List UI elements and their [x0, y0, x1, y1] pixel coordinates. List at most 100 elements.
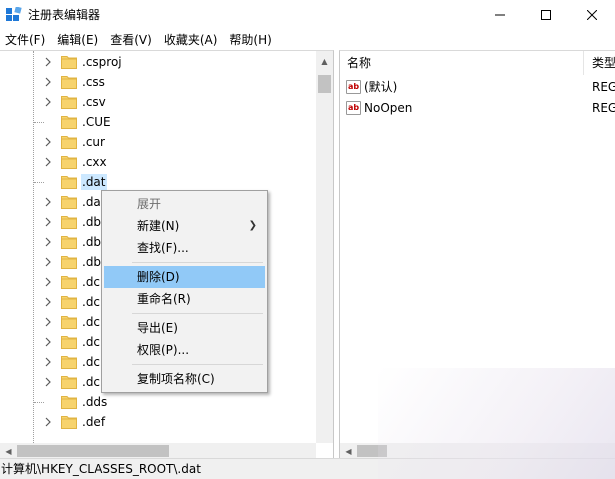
scroll-up-icon[interactable]: ▲	[316, 53, 333, 69]
values-list-pane[interactable]: 名称 类型 ab (默认) REG ab NoOpen REG ◀	[339, 50, 615, 458]
chevron-right-icon[interactable]	[44, 276, 54, 288]
context-item-copy-key-name[interactable]: 复制项名称(C)	[104, 368, 265, 390]
context-separator	[132, 364, 263, 365]
chevron-right-icon[interactable]	[44, 56, 54, 68]
chevron-right-icon[interactable]	[44, 316, 54, 328]
tree-item-label: .dds	[82, 395, 108, 409]
tree-item-label: .dc	[82, 355, 101, 369]
tree-vscroll-thumb[interactable]	[318, 75, 331, 93]
chevron-right-icon[interactable]	[44, 76, 54, 88]
context-item-new-label: 新建(N)	[137, 219, 180, 233]
column-header-name[interactable]: 名称	[340, 51, 584, 75]
tree-item[interactable]: .css	[0, 72, 316, 92]
folder-icon	[61, 155, 77, 169]
string-value-icon: ab	[346, 101, 361, 115]
tree-guide-line	[34, 182, 44, 183]
folder-icon	[61, 395, 77, 409]
menu-favorites[interactable]: 收藏夹(A)	[158, 30, 224, 50]
folder-icon	[61, 75, 77, 89]
tree-item[interactable]: .cur	[0, 132, 316, 152]
chevron-right-icon[interactable]	[44, 296, 54, 308]
tree-guide-line	[34, 402, 44, 403]
chevron-right-icon[interactable]	[44, 156, 54, 168]
value-type: REG	[592, 80, 615, 94]
context-item-rename[interactable]: 重命名(R)	[104, 288, 265, 310]
tree-item[interactable]: .dat	[0, 172, 316, 192]
chevron-right-icon[interactable]	[44, 416, 54, 428]
tree-item[interactable]: .def	[0, 412, 316, 432]
chevron-right-icon[interactable]	[44, 376, 54, 388]
folder-icon	[61, 335, 77, 349]
folder-icon	[61, 355, 77, 369]
folder-icon	[61, 275, 77, 289]
tree-horizontal-scrollbar[interactable]: ◀	[0, 443, 316, 458]
menu-view[interactable]: 查看(V)	[104, 30, 158, 50]
value-row[interactable]: ab (默认) REG	[340, 77, 615, 97]
context-item-delete[interactable]: 删除(D)	[104, 266, 265, 288]
folder-icon	[61, 255, 77, 269]
context-item-permissions[interactable]: 权限(P)...	[104, 339, 265, 361]
tree-item-label: .db	[82, 255, 102, 269]
tree-item[interactable]: .dds	[0, 392, 316, 412]
string-value-icon: ab	[346, 80, 361, 94]
tree-item-label: .css	[82, 75, 105, 89]
folder-icon	[61, 55, 77, 69]
tree-item[interactable]: .CUE	[0, 112, 316, 132]
tree-item[interactable]: .csproj	[0, 52, 316, 72]
tree-item-label: .cxx	[82, 155, 107, 169]
tree-item-label: .csproj	[82, 55, 122, 69]
value-name: NoOpen	[364, 101, 413, 115]
title-bar: 注册表编辑器	[0, 0, 615, 30]
menu-help[interactable]: 帮助(H)	[223, 30, 277, 50]
tree-hscroll-thumb[interactable]	[17, 445, 169, 457]
folder-icon	[61, 175, 77, 189]
chevron-right-icon[interactable]	[44, 336, 54, 348]
tree-item-label: .db	[82, 235, 102, 249]
folder-icon	[61, 235, 77, 249]
folder-icon	[61, 415, 77, 429]
context-item-find[interactable]: 查找(F)...	[104, 237, 265, 259]
value-row[interactable]: ab NoOpen REG	[340, 98, 615, 118]
context-item-expand[interactable]: 展开	[104, 193, 265, 215]
folder-icon	[61, 295, 77, 309]
menu-edit[interactable]: 编辑(E)	[51, 30, 104, 50]
scroll-left-icon[interactable]: ◀	[0, 443, 17, 458]
context-item-new[interactable]: 新建(N) ❯	[104, 215, 265, 237]
window-title: 注册表编辑器	[28, 8, 101, 22]
list-hscroll-thumb[interactable]	[357, 445, 387, 457]
chevron-right-icon[interactable]	[44, 96, 54, 108]
maximize-button[interactable]	[523, 0, 569, 30]
menu-bar: 文件(F) 编辑(E) 查看(V) 收藏夹(A) 帮助(H)	[0, 30, 615, 50]
close-button[interactable]	[569, 0, 615, 30]
menu-file[interactable]: 文件(F)	[0, 30, 51, 50]
tree-vertical-scrollbar[interactable]: ▲	[316, 51, 333, 443]
scroll-left-icon[interactable]: ◀	[340, 443, 357, 458]
tree-item-label: .dc	[82, 335, 101, 349]
folder-icon	[61, 95, 77, 109]
tree-item-label: .cur	[82, 135, 105, 149]
submenu-arrow-icon: ❯	[248, 220, 257, 231]
chevron-right-icon[interactable]	[44, 356, 54, 368]
chevron-right-icon[interactable]	[44, 236, 54, 248]
tree-item-label: .def	[82, 415, 106, 429]
regedit-app-icon	[6, 7, 22, 21]
column-header-type[interactable]: 类型	[585, 51, 615, 75]
folder-icon	[61, 215, 77, 229]
chevron-right-icon[interactable]	[44, 136, 54, 148]
chevron-right-icon[interactable]	[44, 216, 54, 228]
minimize-button[interactable]	[477, 0, 523, 30]
minimize-icon	[495, 14, 505, 16]
tree-item[interactable]: .cxx	[0, 152, 316, 172]
chevron-right-icon[interactable]	[44, 256, 54, 268]
tree-item-label: .csv	[82, 95, 106, 109]
tree-item[interactable]: .csv	[0, 92, 316, 112]
context-item-export[interactable]: 导出(E)	[104, 317, 265, 339]
chevron-right-icon[interactable]	[44, 196, 54, 208]
tree-item-label: .dc	[82, 315, 101, 329]
list-horizontal-scrollbar[interactable]: ◀	[340, 443, 615, 458]
context-menu: 展开 新建(N) ❯ 查找(F)... 删除(D) 重命名(R) 导出(E) 权…	[101, 190, 268, 393]
value-type: REG	[592, 101, 615, 115]
folder-icon	[61, 375, 77, 389]
tree-item-label: .db	[82, 215, 102, 229]
tree-guide-line	[34, 122, 44, 123]
